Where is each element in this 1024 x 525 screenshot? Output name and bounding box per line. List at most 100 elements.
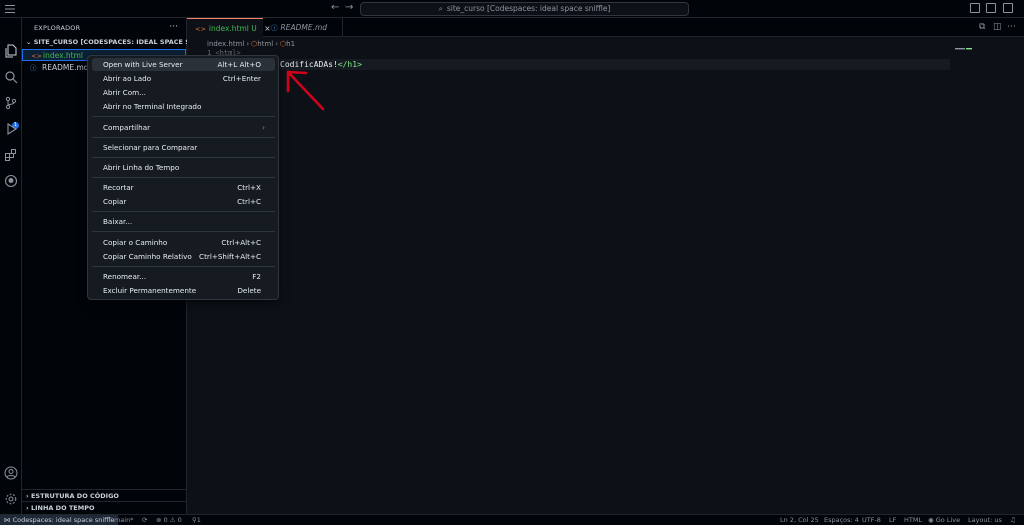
html-file-icon: <> [31, 52, 42, 60]
tab-readme-md[interactable]: ⓘ README.md [263, 18, 343, 37]
menu-item-open-live-server[interactable]: Open with Live Server Alt+L Alt+O [92, 58, 275, 71]
menu-item-select-for-compare[interactable]: Selecionar para Comparar [92, 141, 275, 154]
timeline-section-label: LINHA DO TEMPO [30, 504, 95, 512]
source-control-icon[interactable] [4, 96, 18, 110]
menu-item-cut[interactable]: Recortar Ctrl+X [92, 181, 275, 194]
menu-item-download[interactable]: Baixar... [92, 215, 275, 228]
forward-arrow-icon[interactable]: → [345, 2, 353, 13]
extensions-icon[interactable] [4, 148, 18, 162]
cursor-position[interactable]: Ln 2, Col 25 [780, 515, 819, 525]
menu-item-open-with[interactable]: Abrir Com... [92, 86, 275, 99]
ports-indicator[interactable]: ⚲1 [192, 515, 201, 525]
menu-item-label: Recortar [103, 183, 134, 192]
menu-item-open-in-terminal[interactable]: Abrir no Terminal Integrado [92, 100, 275, 113]
menu-item-label: Abrir Linha do Tempo [103, 163, 180, 172]
remote-icon: ⋈ [4, 516, 13, 524]
editor-tabs: <> index.html U × ⓘ README.md ⧉ ◫ ⋯ [187, 18, 1024, 37]
broadcast-icon: ◉ [928, 516, 936, 524]
account-icon[interactable] [4, 466, 18, 480]
menu-item-label: Open with Live Server [103, 60, 183, 69]
menu-item-label: Selecionar para Comparar [103, 143, 198, 152]
menu-item-label: Abrir Com... [103, 88, 146, 97]
menu-item-shortcut: Ctrl+Alt+C [221, 238, 261, 247]
menu-item-shortcut: Alt+L Alt+O [217, 60, 261, 69]
menu-separator [92, 137, 275, 138]
explorer-files-icon[interactable] [4, 44, 18, 58]
chevron-right-icon: › [275, 40, 279, 48]
menu-separator [92, 266, 275, 267]
menu-separator [92, 157, 275, 158]
search-label: site_curso [Codespaces: ideal space snif… [446, 4, 611, 13]
command-center-search[interactable]: ⌕ site_curso [Codespaces: ideal space sni… [360, 2, 689, 16]
menu-separator [92, 177, 275, 178]
chevron-right-icon: › [246, 40, 250, 48]
go-live-label: Go Live [935, 516, 961, 524]
github-icon[interactable] [4, 174, 18, 188]
ports-count: 1 [196, 516, 201, 524]
encoding[interactable]: UTF-8 [862, 515, 881, 525]
outline-section-header[interactable]: › ESTRUTURA DO CÓDIGO [22, 489, 186, 501]
open-changes-icon[interactable]: ⧉ [979, 22, 985, 32]
sidebar-title: EXPLORADOR [34, 24, 81, 32]
code-close-tag: </h1> [337, 60, 362, 69]
menu-item-rename[interactable]: Renomear... F2 [92, 270, 275, 283]
menu-item-label: Excluir Permanentemente [103, 286, 197, 295]
menu-separator [92, 231, 275, 232]
split-editor-icon[interactable]: ◫ [993, 22, 1002, 32]
notifications-bell-icon[interactable]: ♫ [1010, 515, 1016, 525]
info-file-icon: ⓘ [271, 24, 278, 32]
branch-label: main* [113, 516, 134, 524]
search-icon: ⌕ [438, 4, 443, 13]
timeline-section-header[interactable]: › LINHA DO TEMPO [22, 501, 186, 513]
menu-item-open-to-side[interactable]: Abrir ao Lado Ctrl+Enter [92, 72, 275, 85]
toggle-primary-sidebar-icon[interactable] [970, 3, 980, 13]
menu-item-shortcut: Ctrl+X [237, 183, 261, 192]
minimap[interactable] [955, 48, 973, 50]
menu-item-shortcut: Delete [237, 286, 261, 295]
menu-item-copy-path[interactable]: Copiar o Caminho Ctrl+Alt+C [92, 236, 275, 249]
menu-item-label: Copiar Caminho Relativo [103, 252, 192, 261]
chevron-down-icon: ⌄ [26, 38, 34, 46]
menu-item-label: Copiar [103, 197, 127, 206]
more-actions-icon[interactable]: ⋯ [1007, 22, 1016, 32]
status-bar: ⋈ Codespaces: ideal space sniffle ᛘ main… [0, 514, 1024, 525]
toggle-panel-icon[interactable] [986, 3, 996, 13]
menu-separator [92, 211, 275, 212]
go-live-button[interactable]: ◉ Go Live [928, 515, 960, 525]
keyboard-layout[interactable]: Layout: us [968, 515, 1002, 525]
menu-item-delete-permanently[interactable]: Excluir Permanentemente Delete [92, 284, 275, 297]
menu-item-share[interactable]: Compartilhar › [92, 121, 275, 134]
menu-item-copy-relative-path[interactable]: Copiar Caminho Relativo Ctrl+Shift+Alt+C [92, 250, 275, 263]
breadcrumb-html[interactable]: html [257, 40, 273, 48]
run-debug-icon[interactable] [4, 122, 18, 136]
remote-indicator[interactable]: ⋈ Codespaces: ideal space sniffle [0, 515, 119, 525]
menu-item-label: Abrir ao Lado [103, 74, 152, 83]
back-arrow-icon[interactable]: ← [331, 2, 339, 13]
outline-section-label: ESTRUTURA DO CÓDIGO [30, 492, 119, 500]
search-icon[interactable] [4, 70, 18, 84]
activity-bar: 1 [0, 18, 22, 514]
settings-gear-icon[interactable] [4, 492, 18, 506]
menu-item-open-timeline[interactable]: Abrir Linha do Tempo [92, 161, 275, 174]
more-actions-icon[interactable]: ··· [169, 22, 178, 32]
breadcrumb-h1[interactable]: h1 [286, 40, 295, 48]
breadcrumb: index.html › ⬡html › ⬡h1 [207, 40, 295, 48]
menu-item-shortcut: Ctrl+Shift+Alt+C [199, 252, 261, 261]
indentation[interactable]: Espaços: 4 [824, 515, 859, 525]
breadcrumb-file[interactable]: index.html [207, 40, 244, 48]
tab-index-html[interactable]: <> index.html U × [187, 18, 270, 37]
html-file-icon: <> [195, 25, 206, 33]
line-ending[interactable]: LF [889, 515, 896, 525]
language-mode[interactable]: HTML [904, 515, 922, 525]
menu-item-shortcut: Ctrl+Enter [222, 74, 261, 83]
toggle-secondary-sidebar-icon[interactable] [1003, 3, 1013, 13]
problems-indicator[interactable]: ⊗ 0 ⚠ 0 [156, 515, 182, 525]
branch-indicator[interactable]: ᛘ main* [108, 515, 133, 525]
sync-icon[interactable]: ⟳ [142, 515, 147, 525]
menu-item-label: Renomear... [103, 272, 147, 281]
hamburger-menu-icon[interactable] [4, 3, 16, 15]
menu-item-copy[interactable]: Copiar Ctrl+C [92, 195, 275, 208]
file-item-label: index.html [43, 51, 83, 60]
tab-label: index.html [208, 24, 249, 33]
menu-item-shortcut: Ctrl+C [237, 197, 261, 206]
